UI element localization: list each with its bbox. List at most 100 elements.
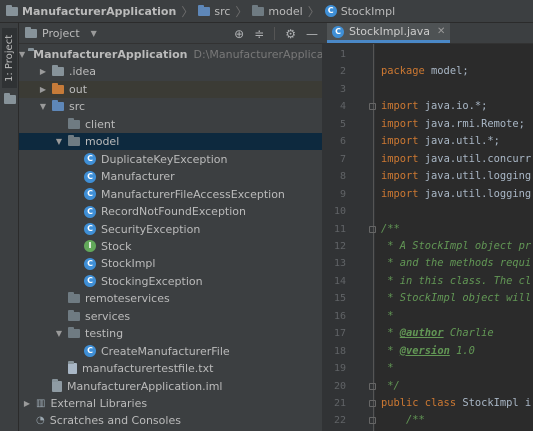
line-number: 11 bbox=[333, 223, 346, 235]
chevron-down-icon[interactable]: ▼ bbox=[19, 50, 25, 59]
tree-item[interactable]: manufacturertestfile.txt bbox=[19, 360, 322, 377]
breadcrumb-src[interactable]: src bbox=[198, 4, 230, 18]
interface-icon: I bbox=[84, 240, 96, 253]
tree-item-label: model bbox=[85, 135, 120, 149]
code-token: import bbox=[381, 170, 425, 183]
libraries-icon: ▥ bbox=[36, 398, 46, 409]
code-token: Charlie bbox=[443, 327, 494, 340]
code-token: java.util.concurr bbox=[424, 152, 532, 165]
tree-item[interactable]: ▶ .idea bbox=[19, 63, 322, 80]
project-view-selector[interactable]: Project ▼ bbox=[25, 26, 97, 40]
tree-item-label: StockingException bbox=[101, 274, 203, 288]
code-line: * in this class. The cl bbox=[381, 273, 531, 290]
line-number: 20 bbox=[333, 380, 346, 392]
close-icon[interactable]: ✕ bbox=[437, 26, 445, 37]
tree-item[interactable]: ManufacturerApplication.iml bbox=[19, 378, 322, 395]
structure-folder-icon[interactable] bbox=[4, 93, 16, 104]
gear-icon[interactable]: ⚙ bbox=[285, 27, 296, 41]
code-line: package model; bbox=[381, 63, 469, 80]
line-number: 10 bbox=[333, 206, 346, 218]
tree-item[interactable]: client bbox=[19, 116, 322, 133]
minimize-icon[interactable]: — bbox=[306, 27, 318, 41]
code-line: * @version 1.0 bbox=[381, 343, 475, 360]
class-icon: C bbox=[324, 5, 337, 17]
tree-item[interactable]: ▶ ▥ External Libraries bbox=[19, 395, 322, 412]
code-token: * bbox=[381, 344, 400, 357]
tree-item[interactable]: services bbox=[19, 308, 322, 325]
project-icon bbox=[25, 26, 37, 38]
class-icon: C bbox=[84, 223, 96, 235]
tree-item-label: StockImpl bbox=[101, 257, 156, 271]
tree-item[interactable]: C SecurityException bbox=[19, 221, 322, 238]
code-token: */ bbox=[381, 379, 400, 392]
gutter-divider bbox=[373, 44, 374, 431]
editor-gutter: 1 2 3 4 5 6 7 8 9 10 11 12 13 14 15 16 17 18 19 20 21 22 bbox=[322, 44, 376, 431]
tree-item-label: out bbox=[69, 82, 88, 96]
tree-item[interactable]: ◔ Scratches and Consoles bbox=[19, 412, 322, 429]
tree-item[interactable]: C ManufacturerFileAccessException bbox=[19, 186, 322, 203]
tree-item[interactable]: C CreateManufacturerFile bbox=[19, 343, 322, 360]
tree-item[interactable]: C Manufacturer bbox=[19, 168, 322, 185]
tree-item-label: manufacturertestfile.txt bbox=[82, 362, 214, 376]
breadcrumb-project[interactable]: ManufacturerApplication bbox=[6, 4, 176, 18]
chevron-right-icon[interactable]: ▶ bbox=[37, 85, 49, 94]
code-line: import java.util.concurr bbox=[381, 151, 531, 168]
panel-toolbar: ⊕ ≑ ⚙ — bbox=[234, 23, 318, 44]
code-token: import bbox=[381, 117, 425, 130]
code-token: import bbox=[381, 187, 425, 200]
collapse-icon[interactable]: ≑ bbox=[254, 27, 264, 41]
tree-item[interactable]: ▶ out bbox=[19, 80, 322, 98]
target-icon[interactable]: ⊕ bbox=[234, 27, 244, 41]
code-line: * A StockImpl object pr bbox=[381, 238, 531, 255]
tree-item[interactable]: ▼ model bbox=[19, 133, 322, 151]
line-number: 21 bbox=[333, 398, 346, 409]
tab-stockimpl[interactable]: C StockImpl.java ✕ bbox=[327, 23, 451, 43]
code-token: import bbox=[381, 100, 425, 113]
chevron-down-icon[interactable]: ▼ bbox=[53, 329, 65, 338]
breadcrumb-model[interactable]: model bbox=[252, 4, 303, 18]
code-token: java.util.logging bbox=[424, 170, 532, 183]
tree-item[interactable]: C StockImpl bbox=[19, 255, 322, 272]
navigation-bar: ManufacturerApplication 〉 src 〉 model 〉 … bbox=[0, 0, 533, 23]
class-icon: C bbox=[84, 188, 96, 201]
class-icon: C bbox=[84, 153, 96, 166]
tree-item[interactable]: ▼ ManufacturerApplication D:\ManufacturerA… bbox=[19, 46, 345, 63]
folder-icon bbox=[52, 100, 64, 112]
breadcrumb-stockimpl[interactable]: C StockImpl bbox=[324, 5, 395, 18]
chevron-right-icon[interactable]: ▶ bbox=[21, 399, 33, 408]
tree-item-label: ManufacturerApplication bbox=[33, 48, 188, 61]
code-line: import java.util.logging bbox=[381, 168, 531, 185]
tree-item[interactable]: I Stock bbox=[19, 238, 322, 255]
tree-item[interactable]: C DuplicateKeyException bbox=[19, 151, 322, 168]
line-number: 17 bbox=[333, 328, 346, 340]
tree-item[interactable]: ▼ src bbox=[19, 98, 322, 115]
code-line: /** bbox=[381, 412, 425, 429]
line-number: 13 bbox=[333, 258, 346, 270]
tree-item-label: testing bbox=[85, 327, 124, 341]
tree-item[interactable]: remoteservices bbox=[19, 290, 322, 307]
class-icon: C bbox=[332, 25, 344, 38]
folder-icon bbox=[68, 327, 80, 339]
line-number: 3 bbox=[339, 83, 346, 95]
class-icon: C bbox=[84, 275, 96, 288]
tree-item-label: remoteservices bbox=[85, 292, 170, 306]
code-token: model; bbox=[431, 65, 469, 78]
code-editor[interactable]: package model; import java.io.*; import ja… bbox=[375, 44, 533, 431]
code-line: * StockImpl object will bbox=[381, 290, 531, 307]
chevron-down-icon[interactable]: ▼ bbox=[53, 137, 65, 146]
tree-item-label: External Libraries bbox=[50, 397, 148, 410]
chevron-down-icon[interactable]: ▼ bbox=[37, 102, 49, 111]
tree-item[interactable]: C RecordNotFoundException bbox=[19, 203, 322, 220]
tree-item-label: CreateManufacturerFile bbox=[101, 344, 230, 358]
line-number: 8 bbox=[339, 171, 346, 183]
tool-window-stripe: 1: Project bbox=[0, 23, 19, 431]
tree-item-label: DuplicateKeyException bbox=[101, 152, 228, 166]
code-token: * and the methods requi bbox=[381, 257, 532, 270]
tree-item[interactable]: ▼ testing bbox=[19, 325, 322, 342]
line-number: 12 bbox=[333, 240, 346, 252]
tree-item-label: Stock bbox=[101, 239, 132, 253]
tree-item[interactable]: C StockingException bbox=[19, 273, 322, 290]
folder-icon bbox=[52, 82, 64, 94]
chevron-right-icon[interactable]: ▶ bbox=[37, 67, 49, 76]
project-tool-tab[interactable]: 1: Project bbox=[2, 28, 17, 88]
